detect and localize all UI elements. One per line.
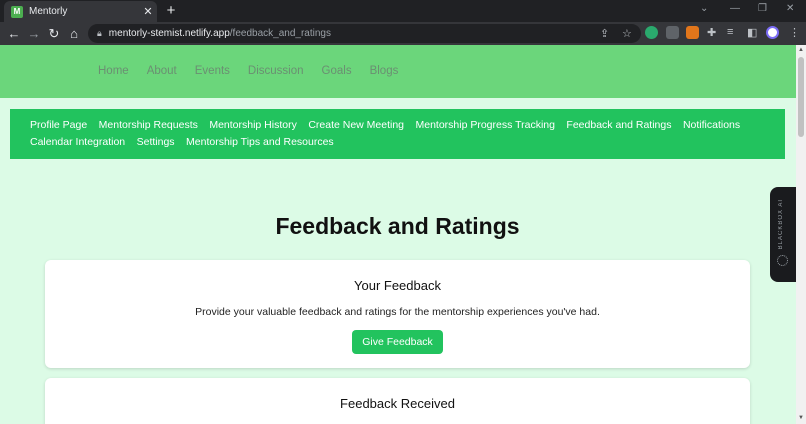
reload-icon[interactable]: ↻	[44, 26, 64, 42]
browser-toolbar: ← → ↻ ⌂ 🔒︎ mentorly-stemist.netlify.app /…	[0, 22, 806, 45]
your-feedback-heading: Your Feedback	[354, 278, 441, 293]
dashboard-nav: Profile Page Mentorship Requests Mentors…	[10, 109, 785, 159]
restore-icon[interactable]: ❐	[758, 3, 767, 14]
subnav-tips-and-resources[interactable]: Mentorship Tips and Resources	[186, 136, 334, 148]
blackbox-logo-icon	[777, 255, 788, 266]
minimize-icon[interactable]: —	[730, 3, 740, 14]
puzzle-icon[interactable]: ✚	[707, 26, 716, 39]
back-arrow-icon[interactable]: ←	[4, 26, 24, 41]
share-icon[interactable]: ⇪	[600, 27, 609, 40]
nav-blogs[interactable]: Blogs	[370, 65, 399, 77]
browser-tabbar: M Mentorly ✕ + ⌄ — ❐ ✕	[0, 0, 806, 22]
main-content: Feedback and Ratings Your Feedback Provi…	[10, 159, 785, 424]
grammarly-extension-icon[interactable]	[645, 26, 658, 39]
feedback-received-heading: Feedback Received	[340, 396, 455, 411]
browser-tab[interactable]: M Mentorly ✕	[4, 1, 157, 22]
bookmark-star-icon[interactable]: ☆	[622, 27, 632, 40]
give-feedback-button[interactable]: Give Feedback	[352, 330, 443, 354]
profile-avatar[interactable]	[766, 26, 779, 39]
your-feedback-card: Your Feedback Provide your valuable feed…	[45, 260, 750, 368]
url-host: mentorly-stemist.netlify.app	[108, 28, 230, 39]
kebab-menu-icon[interactable]: ⋮	[789, 26, 800, 39]
subnav-calendar-integration[interactable]: Calendar Integration	[30, 136, 125, 148]
blackbox-ai-widget[interactable]: BLACKBOX AI	[770, 187, 796, 282]
new-tab-button[interactable]: +	[162, 2, 180, 20]
subnav-mentorship-history[interactable]: Mentorship History	[209, 119, 297, 131]
scroll-thumb[interactable]	[798, 57, 804, 137]
nav-goals[interactable]: Goals	[322, 65, 352, 77]
media-queue-icon[interactable]: ≡	[727, 26, 733, 38]
top-nav: Home About Events Discussion Goals Blogs	[98, 65, 398, 77]
side-panel-icon[interactable]: ◧	[747, 26, 757, 39]
subnav-profile-page[interactable]: Profile Page	[30, 119, 87, 131]
tab-title: Mentorly	[29, 6, 68, 17]
page-viewport: Home About Events Discussion Goals Blogs…	[0, 45, 796, 424]
subnav-create-new-meeting[interactable]: Create New Meeting	[308, 119, 404, 131]
mentorly-favicon-icon: M	[11, 5, 23, 18]
nav-events[interactable]: Events	[195, 65, 230, 77]
scroll-down-arrow-icon[interactable]: ▼	[796, 415, 806, 421]
nav-discussion[interactable]: Discussion	[248, 65, 304, 77]
your-feedback-text: Provide your valuable feedback and ratin…	[195, 306, 600, 318]
forward-arrow-icon[interactable]: →	[24, 26, 44, 41]
close-window-icon[interactable]: ✕	[786, 3, 794, 14]
site-header: Home About Events Discussion Goals Blogs	[0, 45, 796, 98]
tab-search-icon[interactable]: ⌄	[700, 3, 708, 14]
close-tab-icon[interactable]: ✕	[139, 5, 157, 18]
blackbox-ai-label: BLACKBOX AI	[778, 199, 784, 250]
subnav-feedback-and-ratings[interactable]: Feedback and Ratings	[566, 119, 671, 131]
page-title: Feedback and Ratings	[275, 213, 520, 239]
subnav-notifications[interactable]: Notifications	[683, 119, 740, 131]
address-bar[interactable]: 🔒︎ mentorly-stemist.netlify.app/feedback…	[88, 24, 641, 43]
scroll-up-arrow-icon[interactable]: ▲	[796, 47, 806, 53]
nav-home[interactable]: Home	[98, 65, 129, 77]
nav-about[interactable]: About	[147, 65, 177, 77]
subnav-mentorship-requests[interactable]: Mentorship Requests	[99, 119, 198, 131]
feedback-received-card: Feedback Received	[45, 378, 750, 424]
subnav-settings[interactable]: Settings	[137, 136, 175, 148]
url-path: /feedback_and_ratings	[229, 28, 331, 39]
lock-icon: 🔒︎	[97, 28, 102, 38]
home-icon[interactable]: ⌂	[64, 26, 84, 41]
metamask-extension-icon[interactable]	[686, 26, 699, 39]
subnav-progress-tracking[interactable]: Mentorship Progress Tracking	[415, 119, 554, 131]
page-scrollbar[interactable]: ▲ ▼	[796, 45, 806, 424]
reader-extension-icon[interactable]	[666, 26, 679, 39]
